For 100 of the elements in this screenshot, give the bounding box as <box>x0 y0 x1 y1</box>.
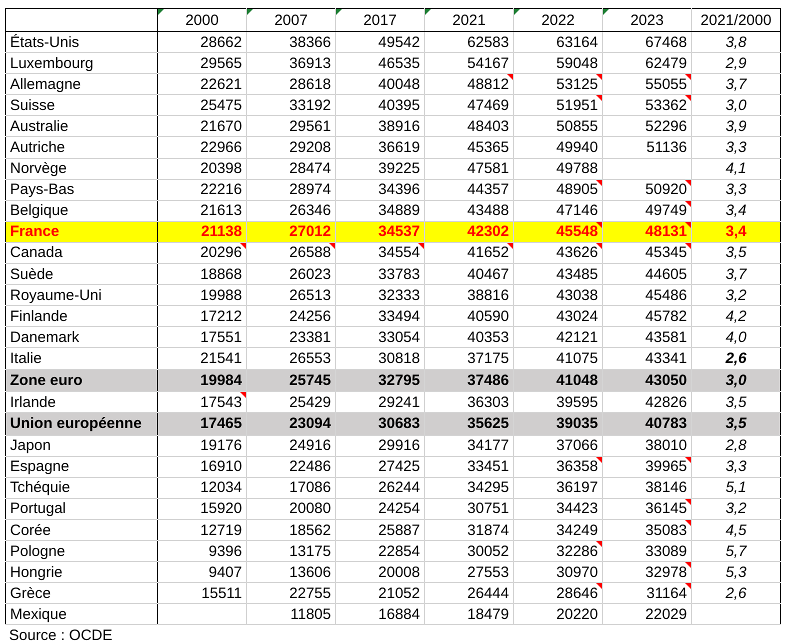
row-label: France <box>6 221 158 242</box>
table-cell: 35083 <box>602 519 692 541</box>
table-cell: 40590 <box>424 306 514 327</box>
table-cell: 30751 <box>424 498 514 520</box>
table-cell: 30818 <box>336 348 424 369</box>
table-cell: 45365 <box>424 136 514 158</box>
table-cell: 3,3 <box>692 456 780 478</box>
table-cell: 21052 <box>336 582 424 604</box>
table-cell: 26553 <box>246 348 336 369</box>
table-cell: 5,3 <box>692 562 780 583</box>
row-label: Portugal <box>6 498 158 520</box>
row-label: Australie <box>6 116 158 137</box>
table-cell: 34295 <box>424 477 514 498</box>
table-cell: 3,2 <box>692 284 780 306</box>
table-cell: 3,3 <box>692 179 780 200</box>
table-cell: 22621 <box>158 74 246 95</box>
table-cell: 43050 <box>602 369 692 392</box>
column-header: 2000 <box>158 8 246 32</box>
table-cell: 36145 <box>602 498 692 520</box>
table-cell: 27012 <box>246 221 336 242</box>
table-cell: 37066 <box>514 435 602 456</box>
table-cell: 19988 <box>158 284 246 306</box>
table-cell: 39035 <box>514 412 602 436</box>
row-label: Royaume-Uni <box>6 284 158 306</box>
table-cell: 48131 <box>602 221 692 242</box>
table-cell: 3,2 <box>692 498 780 520</box>
table-cell: 36619 <box>336 136 424 158</box>
table-cell: 34537 <box>336 221 424 242</box>
table-cell: 23094 <box>246 412 336 436</box>
table-cell: 15920 <box>158 498 246 520</box>
column-header: 2023 <box>602 8 692 32</box>
table-cell: 4,1 <box>692 158 780 180</box>
table-cell: 20080 <box>246 498 336 520</box>
row-label: Grèce <box>6 582 158 604</box>
table-cell: 54167 <box>424 52 514 74</box>
table-cell: 48905 <box>514 179 602 200</box>
table-cell: 20220 <box>514 604 602 625</box>
table-cell: 43626 <box>514 242 602 264</box>
table-cell: 3,5 <box>692 412 780 436</box>
table-cell: 12719 <box>158 519 246 541</box>
table-cell: 43485 <box>514 264 602 285</box>
table-cell: 36197 <box>514 477 602 498</box>
table-cell: 3,7 <box>692 264 780 285</box>
row-label: Hongrie <box>6 562 158 583</box>
table-cell: 3,0 <box>692 94 780 116</box>
table-cell: 32795 <box>336 369 424 392</box>
table-cell: 12034 <box>158 477 246 498</box>
table-cell: 25745 <box>246 369 336 392</box>
table-cell: 35625 <box>424 412 514 436</box>
table-cell: 3,0 <box>692 369 780 392</box>
table-cell: 22216 <box>158 179 246 200</box>
table-cell: 40353 <box>424 326 514 348</box>
table-cell: 29561 <box>246 116 336 137</box>
table-cell: 18562 <box>246 519 336 541</box>
table-cell: 36358 <box>514 456 602 478</box>
table-cell: 42302 <box>424 221 514 242</box>
table-cell: 17465 <box>158 412 246 436</box>
table-cell: 38010 <box>602 435 692 456</box>
table-cell: 32286 <box>514 540 602 562</box>
table-cell: 38366 <box>246 32 336 53</box>
table-cell: 22854 <box>336 540 424 562</box>
row-label: Japon <box>6 435 158 456</box>
table-cell: 19176 <box>158 435 246 456</box>
table-cell: 67468 <box>602 32 692 53</box>
table-cell: 13606 <box>246 562 336 583</box>
table-cell: 2,6 <box>692 348 780 369</box>
table-cell: 39225 <box>336 158 424 180</box>
table-cell: 4,2 <box>692 306 780 327</box>
table-cell: 49542 <box>336 32 424 53</box>
table-cell: 21541 <box>158 348 246 369</box>
table-cell: 2,6 <box>692 582 780 604</box>
row-label: Espagne <box>6 456 158 478</box>
table-cell: 26444 <box>424 582 514 604</box>
column-header: 2007 <box>246 8 336 32</box>
column-header: 2021 <box>424 8 514 32</box>
table-cell: 47469 <box>424 94 514 116</box>
table-cell: 24256 <box>246 306 336 327</box>
row-label: Finlande <box>6 306 158 327</box>
table-cell: 21670 <box>158 116 246 137</box>
source-note: Source : OCDE <box>8 626 114 643</box>
table-cell: 43038 <box>514 284 602 306</box>
table-cell: 33089 <box>602 540 692 562</box>
table-cell: 26588 <box>246 242 336 264</box>
table-cell: 31164 <box>602 582 692 604</box>
row-label: Corée <box>6 519 158 541</box>
table-cell: 45486 <box>602 284 692 306</box>
table-cell: 44605 <box>602 264 692 285</box>
table-cell: 45345 <box>602 242 692 264</box>
table-cell: 47581 <box>424 158 514 180</box>
table-cell: 34249 <box>514 519 602 541</box>
table-cell: 20296 <box>158 242 246 264</box>
table-cell: 3,7 <box>692 74 780 95</box>
table-cell: 24916 <box>246 435 336 456</box>
table-cell: 4,5 <box>692 519 780 541</box>
row-label: Canada <box>6 242 158 264</box>
table-cell: 17212 <box>158 306 246 327</box>
table-cell: 41048 <box>514 369 602 392</box>
table-cell: 34396 <box>336 179 424 200</box>
table-cell: 62583 <box>424 32 514 53</box>
table-cell: 32333 <box>336 284 424 306</box>
